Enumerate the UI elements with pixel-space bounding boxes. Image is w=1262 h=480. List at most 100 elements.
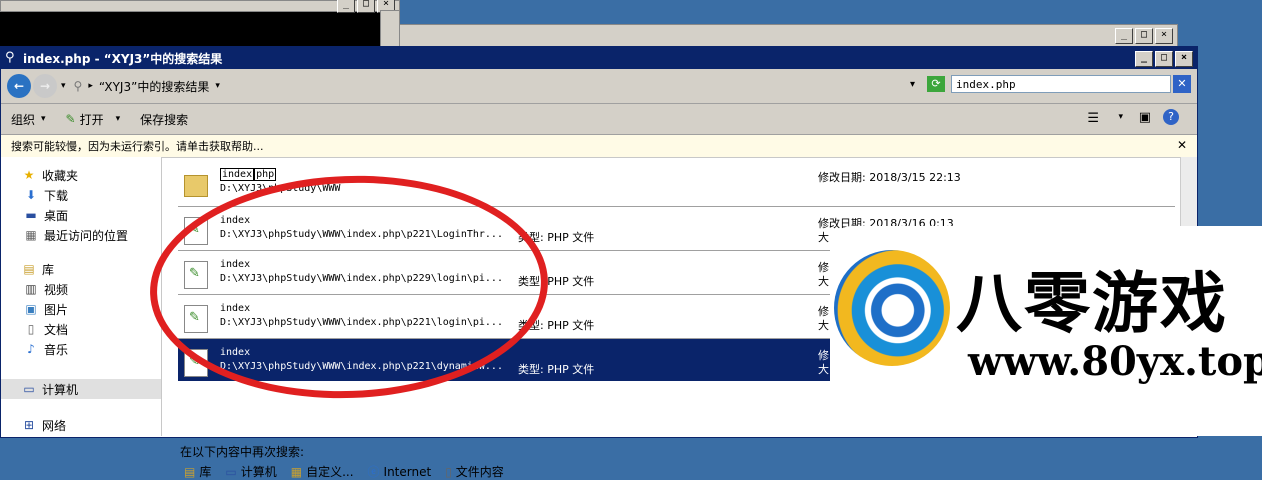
forward-button[interactable]: → — [33, 74, 57, 98]
document-icon: ▯ — [445, 464, 452, 479]
result-size: 大 — [818, 275, 829, 288]
preview-pane-icon[interactable]: ▣ — [1139, 110, 1151, 125]
save-search-button[interactable]: 保存搜索 — [130, 111, 198, 128]
maximize-button[interactable]: □ — [1135, 28, 1153, 44]
sidebar-label: 库 — [42, 262, 55, 277]
close-button[interactable]: × — [1155, 28, 1173, 44]
background-window-edge — [380, 10, 400, 48]
background-window: _ □ × — [398, 24, 1178, 48]
document-icon: ▯ — [27, 322, 35, 336]
toolbar: 组织 ▾ ✎ 打开 ▾ 保存搜索 ☰ ▾ ▣ ? — [1, 104, 1197, 135]
star-icon: ★ — [23, 168, 35, 182]
sidebar-item-desktop[interactable]: ▬ 桌面 — [1, 205, 161, 225]
info-bar-text: 搜索可能较慢，因为未运行索引。请单击获取帮助... — [11, 140, 264, 153]
chevron-down-icon[interactable]: ▾ — [215, 81, 220, 91]
refresh-icon[interactable]: ⟳ — [927, 76, 945, 92]
result-size: 大 — [818, 231, 829, 244]
chevron-right-icon: ▸ — [88, 81, 93, 91]
minimize-button[interactable]: _ — [337, 0, 355, 13]
option-label: 库 — [199, 465, 212, 479]
search-input[interactable] — [951, 75, 1171, 93]
option-label: 自定义... — [306, 465, 354, 479]
sidebar-item-favorites[interactable]: ★ 收藏夹 — [1, 165, 161, 185]
music-icon: ♪ — [27, 342, 35, 356]
sidebar-item-library[interactable]: ▤ 库 — [1, 259, 161, 279]
search-again-file-contents[interactable]: ▯ 文件内容 — [445, 463, 504, 480]
save-search-label: 保存搜索 — [140, 112, 189, 127]
sidebar-item-network[interactable]: ⊞ 网络 — [1, 415, 161, 435]
breadcrumb[interactable]: ⚲ ▸ “XYJ3”中的搜索结果 ▾ — [74, 78, 220, 95]
sidebar-item-pictures[interactable]: ▣ 图片 — [1, 299, 161, 319]
option-label: 计算机 — [240, 465, 277, 479]
sidebar-label: 文档 — [44, 322, 69, 337]
sidebar-item-videos[interactable]: ▥ 视频 — [1, 279, 161, 299]
sidebar-label: 视频 — [44, 282, 69, 297]
result-date: 修改日期: 2018/3/15 22:13 — [818, 171, 961, 184]
result-size: 大 — [818, 363, 829, 376]
sidebar-item-recent-places[interactable]: ▦ 最近访问的位置 — [1, 225, 161, 245]
sidebar-label: 桌面 — [44, 208, 69, 223]
sidebar-item-downloads[interactable]: ⬇ 下载 — [1, 185, 161, 205]
organize-button[interactable]: 组织 ▾ — [1, 111, 56, 128]
sidebar-label: 最近访问的位置 — [44, 228, 129, 243]
history-dropdown-icon[interactable]: ▾ — [61, 81, 66, 91]
search-again-library[interactable]: ▤ 库 — [184, 463, 211, 480]
close-icon[interactable]: ✕ — [1177, 138, 1187, 152]
sidebar-label: 音乐 — [44, 342, 69, 357]
search-again-label: 在以下内容中再次搜索: — [180, 445, 305, 459]
result-name: index php — [220, 168, 277, 181]
video-icon: ▥ — [25, 282, 37, 296]
result-type: 类型: PHP 文件 — [518, 363, 595, 376]
address-bar: ← → ▾ ⚲ ▸ “XYJ3”中的搜索结果 ▾ ▾ ⟳ ✕ — [1, 69, 1197, 104]
background-window-titlebar: _ □ × — [0, 0, 400, 13]
navigation-pane: ★ 收藏夹 ⬇ 下载 ▬ 桌面 ▦ 最近访问的位置 ▤ 库 ▥ 视频 ▣ 图片 … — [1, 157, 162, 436]
help-icon[interactable]: ? — [1163, 109, 1179, 125]
view-options-icon[interactable]: ☰ — [1087, 111, 1099, 126]
title-bar: ⚲ index.php - “XYJ3”中的搜索结果 _ □ × — [1, 47, 1197, 69]
folder-icon: ▦ — [290, 464, 303, 479]
minimize-button[interactable]: _ — [1135, 51, 1153, 67]
maximize-button[interactable]: □ — [357, 0, 375, 13]
breadcrumb-item[interactable]: “XYJ3”中的搜索结果 — [99, 78, 209, 95]
network-icon: ⊞ — [23, 418, 35, 432]
sidebar-label: 收藏夹 — [42, 168, 79, 183]
logo-swirl-icon — [834, 250, 950, 366]
sidebar-item-computer[interactable]: ▭ 计算机 — [1, 379, 161, 399]
chevron-down-icon: ▾ — [115, 114, 121, 124]
watermark-brand: 八零游戏 — [956, 264, 1228, 342]
maximize-button[interactable]: □ — [1155, 51, 1173, 67]
search-again-internet[interactable]: ⓔ Internet — [368, 463, 432, 480]
sidebar-label: 下载 — [44, 188, 69, 203]
search-again-computer[interactable]: ▭ 计算机 — [225, 463, 276, 480]
sidebar-item-documents[interactable]: ▯ 文档 — [1, 319, 161, 339]
close-button[interactable]: × — [1175, 51, 1193, 67]
address-dropdown-icon[interactable]: ▾ — [910, 79, 915, 90]
chevron-down-icon[interactable]: ▾ — [1118, 112, 1123, 122]
desktop-icon: ▬ — [25, 208, 37, 222]
computer-icon: ▭ — [225, 464, 237, 479]
search-icon: ⚲ — [5, 50, 15, 65]
back-button[interactable]: ← — [7, 74, 31, 98]
search-box: ⟳ ✕ — [927, 75, 1191, 93]
library-icon: ▤ — [23, 262, 35, 276]
clear-search-icon[interactable]: ✕ — [1173, 75, 1191, 93]
result-name-highlight: php — [254, 168, 277, 181]
recent-places-icon: ▦ — [25, 228, 37, 242]
option-label: 文件内容 — [455, 465, 504, 479]
picture-icon: ▣ — [25, 302, 37, 316]
search-again-options: ▤ 库 ▭ 计算机 ▦ 自定义... ⓔ Internet ▯ 文件内容 — [184, 463, 504, 480]
sidebar-item-music[interactable]: ♪ 音乐 — [1, 339, 161, 359]
option-label: Internet — [383, 464, 432, 479]
chevron-down-icon: ▾ — [41, 114, 46, 124]
info-bar[interactable]: 搜索可能较慢，因为未运行索引。请单击获取帮助... ✕ — [1, 135, 1197, 158]
window-title: index.php - “XYJ3”中的搜索结果 — [23, 51, 223, 66]
watermark-url: www.80yx.top — [968, 338, 1262, 385]
internet-icon: ⓔ — [367, 465, 380, 479]
open-button[interactable]: ✎ 打开 ▾ — [56, 111, 131, 128]
library-icon: ▤ — [184, 464, 196, 479]
result-size: 大 — [818, 319, 829, 332]
search-again-custom[interactable]: ▦ 自定义... — [291, 463, 354, 480]
minimize-button[interactable]: _ — [1115, 28, 1133, 44]
computer-icon: ▭ — [23, 382, 35, 396]
php-file-icon: ✎ — [65, 112, 76, 126]
